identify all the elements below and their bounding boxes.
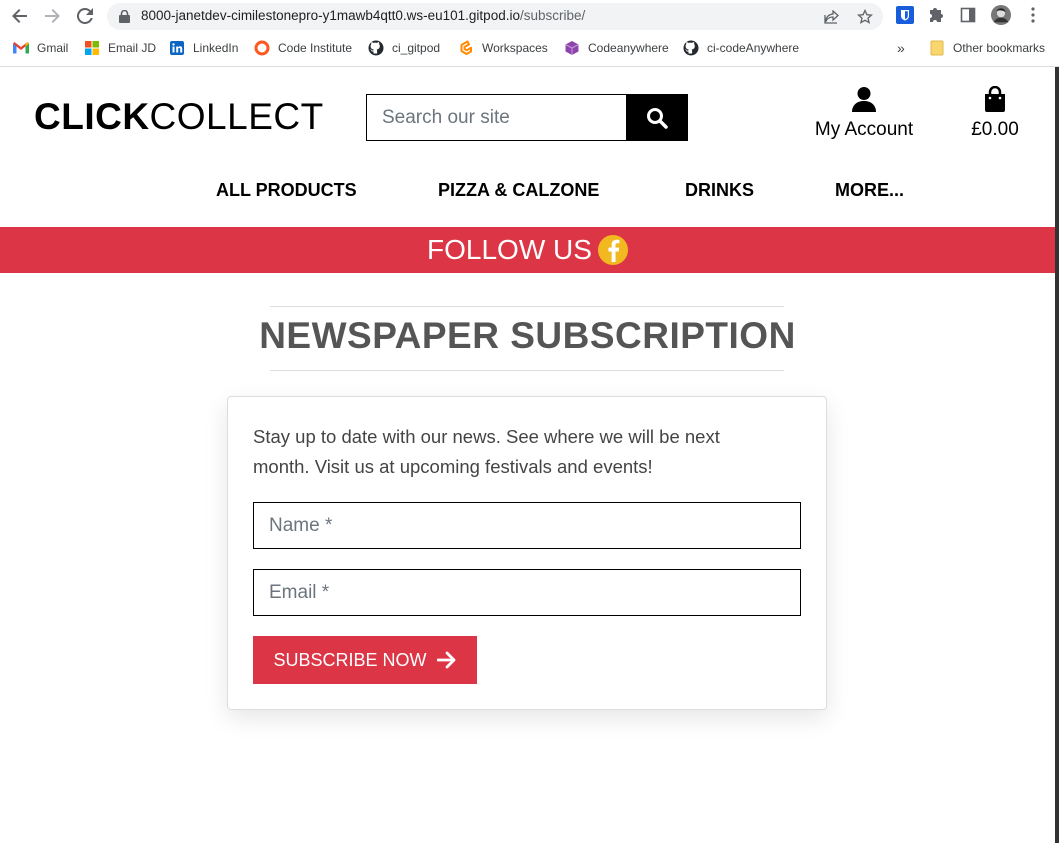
bag-total: £0.00 xyxy=(971,119,1019,140)
url-host: 8000-janetdev-cimilestonepro-y1mawb4qtt0… xyxy=(141,8,520,23)
my-account-link[interactable]: My Account xyxy=(806,86,922,141)
bookmark-label: Gmail xyxy=(37,41,69,55)
title-divider-bottom xyxy=(270,370,784,371)
more-bookmarks-chevron[interactable]: » xyxy=(897,39,905,57)
nav-drinks[interactable]: DRINKS xyxy=(685,180,754,204)
code-institute-icon xyxy=(254,40,270,56)
bookmark-ci-codeanywhere[interactable]: ci-codeAnywhere xyxy=(683,39,799,57)
follow-us-text: FOLLOW US xyxy=(427,234,592,265)
email-field[interactable] xyxy=(253,569,801,616)
bookmark-label: ci-codeAnywhere xyxy=(707,41,800,55)
profile-avatar[interactable] xyxy=(991,5,1011,25)
microsoft-icon xyxy=(84,40,100,56)
bookmark-workspaces[interactable]: Workspaces xyxy=(458,39,548,57)
linkedin-icon xyxy=(169,40,185,56)
github-icon xyxy=(368,40,384,56)
shopping-bag-icon xyxy=(985,85,1005,112)
back-icon[interactable] xyxy=(8,4,32,28)
bookmark-star-icon[interactable] xyxy=(856,8,874,26)
email-input[interactable] xyxy=(254,570,800,615)
search-button[interactable] xyxy=(626,94,688,141)
extensions-puzzle-icon[interactable] xyxy=(927,5,947,25)
arrow-right-icon xyxy=(436,650,457,670)
bookmark-ci-gitpod[interactable]: ci_gitpod xyxy=(368,39,440,57)
bookmark-label: Code Institute xyxy=(278,41,353,55)
other-bookmarks-label: Other bookmarks xyxy=(953,41,1046,55)
nav-all-products[interactable]: ALL PRODUCTS xyxy=(216,180,357,204)
logo-bold: CLICK xyxy=(34,96,150,137)
title-divider-top xyxy=(270,306,784,307)
bookmark-linkedin[interactable]: LinkedIn xyxy=(169,39,238,57)
search-input[interactable] xyxy=(367,95,627,140)
subscribe-button[interactable]: SUBSCRIBE NOW xyxy=(253,636,477,684)
codeanywhere-icon xyxy=(564,40,580,56)
bookmark-email-jd[interactable]: Email JD xyxy=(84,39,156,57)
gitpod-icon xyxy=(458,40,474,56)
my-account-label: My Account xyxy=(814,119,914,140)
bookmark-label: LinkedIn xyxy=(193,41,239,55)
gmail-icon xyxy=(13,40,29,56)
page-title: NEWSPAPER SUBSCRIPTION xyxy=(259,315,796,356)
bookmark-label: Codeanywhere xyxy=(588,41,669,55)
subscription-intro: Stay up to date with our news. See where… xyxy=(253,426,720,477)
search-icon xyxy=(647,107,668,129)
subscribe-button-label: SUBSCRIBE NOW xyxy=(273,649,427,670)
user-icon xyxy=(852,87,876,112)
browser-menu-icon[interactable] xyxy=(1023,5,1043,25)
url-text: 8000-janetdev-cimilestonepro-y1mawb4qtt0… xyxy=(141,8,585,23)
address-bar[interactable]: 8000-janetdev-cimilestonepro-y1mawb4qtt0… xyxy=(107,3,883,30)
url-path: /subscribe/ xyxy=(519,8,586,23)
more-bookmarks-label: » xyxy=(897,40,905,56)
site-logo[interactable]: CLICKCOLLECT xyxy=(34,96,324,138)
forward-icon[interactable] xyxy=(40,4,64,28)
bookmarks-bar: Gmail Email JD LinkedIn Code Institute c… xyxy=(0,36,1059,60)
lock-icon xyxy=(119,10,130,23)
bookmark-label: Workspaces xyxy=(482,41,548,55)
facebook-icon[interactable] xyxy=(597,235,628,265)
extension-bitwarden-icon[interactable] xyxy=(895,5,915,25)
folder-icon xyxy=(929,40,945,56)
bookmark-gmail[interactable]: Gmail xyxy=(13,39,68,57)
name-input[interactable] xyxy=(254,503,800,548)
bookmark-label: Email JD xyxy=(108,41,157,55)
search-field[interactable] xyxy=(366,94,628,141)
follow-us-banner: FOLLOW US xyxy=(0,227,1055,273)
bookmark-label: ci_gitpod xyxy=(392,41,441,55)
other-bookmarks-folder[interactable]: Other bookmarks xyxy=(929,39,1045,57)
side-panel-icon[interactable] xyxy=(958,5,978,25)
logo-thin: COLLECT xyxy=(149,96,324,137)
browser-toolbar: 8000-janetdev-cimilestonepro-y1mawb4qtt0… xyxy=(0,0,1059,67)
bookmark-code-institute[interactable]: Code Institute xyxy=(254,39,352,57)
github-icon xyxy=(683,40,699,56)
nav-more[interactable]: MORE... xyxy=(835,180,904,204)
window-edge xyxy=(1055,67,1059,843)
bookmark-codeanywhere[interactable]: Codeanywhere xyxy=(564,39,669,57)
nav-pizza-calzone[interactable]: PIZZA & CALZONE xyxy=(438,180,599,204)
reload-icon[interactable] xyxy=(73,4,97,28)
name-field[interactable] xyxy=(253,502,801,549)
shopping-bag-link[interactable]: £0.00 xyxy=(962,85,1028,141)
share-icon[interactable] xyxy=(823,8,841,26)
